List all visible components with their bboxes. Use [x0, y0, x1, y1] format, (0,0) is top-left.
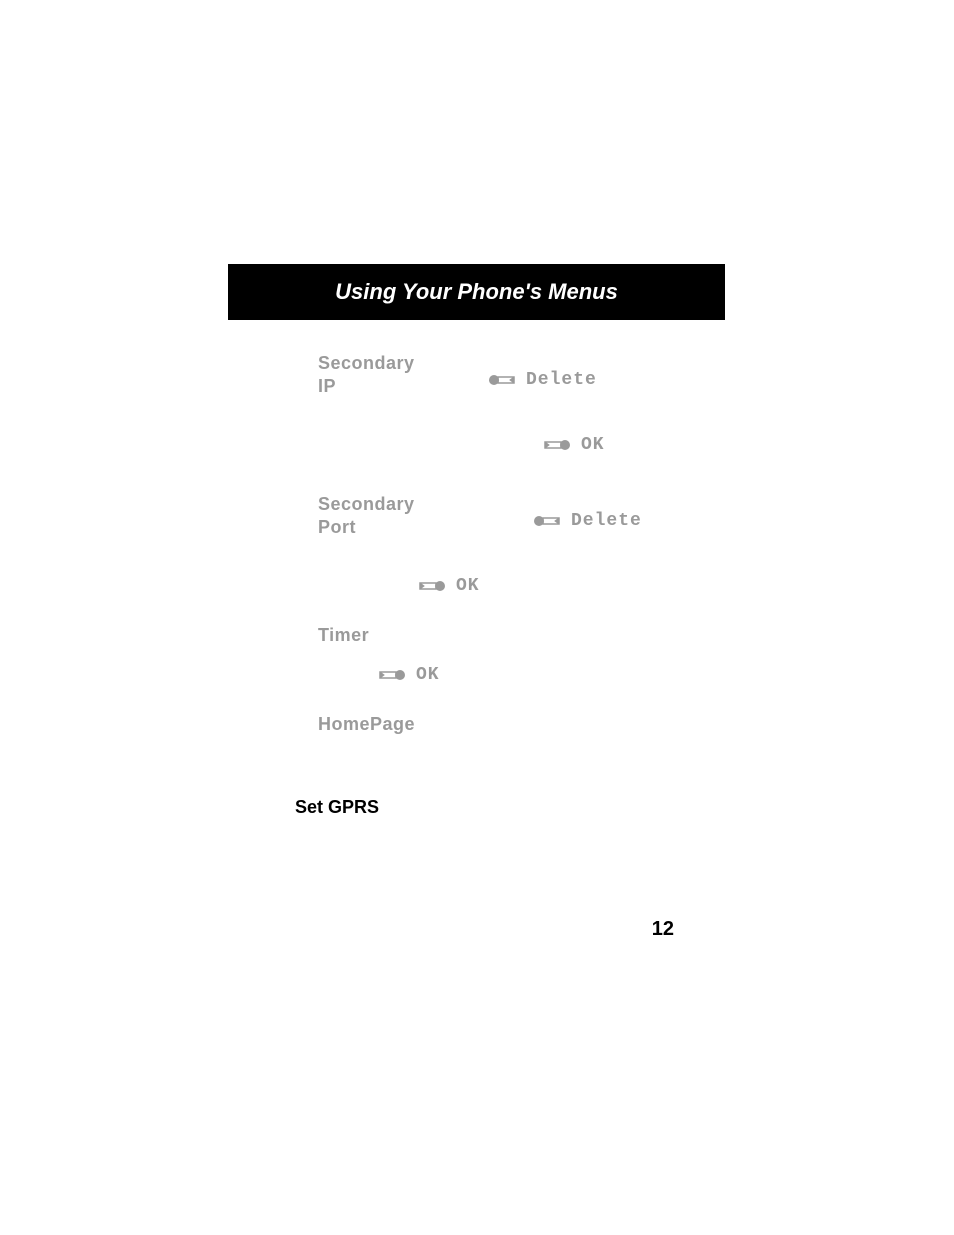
secondary-port-ok-text: OK	[456, 576, 480, 596]
secondary-port-row: Secondary Port Delete	[318, 493, 685, 538]
secondary-ip-delete-action: Delete	[488, 370, 597, 390]
set-gprs-text: Set GPRS	[295, 797, 379, 817]
menu-options-area: Secondary IP Delete OK	[228, 352, 725, 735]
section-header: Using Your Phone's Menus	[228, 264, 725, 320]
timer-label: Timer	[318, 624, 438, 647]
secondary-port-ok-row: OK	[318, 576, 685, 596]
secondary-ip-label-line1: Secondary	[318, 353, 415, 373]
right-softkey-icon	[418, 579, 446, 593]
left-softkey-icon	[488, 373, 516, 387]
timer-ok-action: OK	[378, 665, 440, 685]
secondary-ip-delete-text: Delete	[526, 370, 597, 390]
header-title: Using Your Phone's Menus	[335, 279, 618, 304]
timer-row: Timer	[318, 624, 685, 647]
timer-label-text: Timer	[318, 625, 369, 645]
page-number-text: 12	[652, 918, 674, 940]
homepage-label-text: HomePage	[318, 714, 415, 734]
right-softkey-icon	[378, 668, 406, 682]
secondary-ip-ok-text: OK	[581, 435, 605, 455]
secondary-port-delete-action: Delete	[533, 511, 642, 531]
secondary-port-delete-text: Delete	[571, 511, 642, 531]
set-gprs-heading: Set GPRS	[295, 797, 725, 818]
secondary-ip-ok-action: OK	[543, 435, 605, 455]
secondary-ip-ok-row: OK	[318, 435, 685, 455]
left-softkey-icon	[533, 514, 561, 528]
timer-ok-text: OK	[416, 665, 440, 685]
right-softkey-icon	[543, 438, 571, 452]
secondary-port-label-line1: Secondary	[318, 494, 415, 514]
page-number: 12	[652, 918, 674, 941]
secondary-ip-label-line2: IP	[318, 376, 336, 396]
timer-ok-row: OK	[318, 665, 685, 685]
secondary-port-label: Secondary Port	[318, 493, 438, 538]
secondary-ip-label: Secondary IP	[318, 352, 438, 397]
secondary-port-label-line2: Port	[318, 517, 356, 537]
homepage-row: HomePage	[318, 713, 685, 736]
homepage-label: HomePage	[318, 713, 438, 736]
secondary-port-ok-action: OK	[418, 576, 480, 596]
secondary-ip-row: Secondary IP Delete	[318, 352, 685, 397]
